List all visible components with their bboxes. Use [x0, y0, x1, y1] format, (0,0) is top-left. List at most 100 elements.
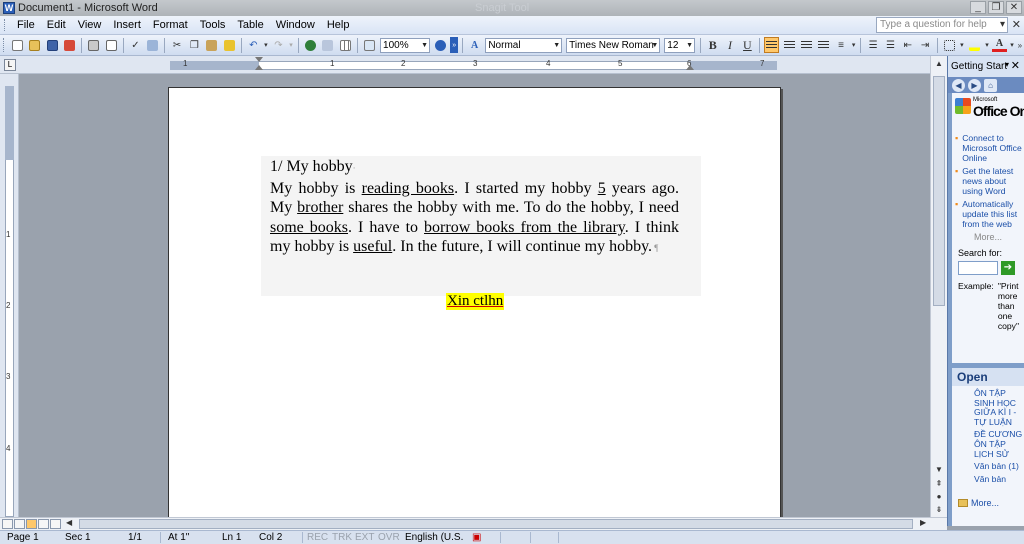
font-color-icon[interactable]: A [991, 38, 1008, 52]
menu-insert[interactable]: Insert [107, 19, 147, 31]
borders-dropdown-icon[interactable]: ▾ [959, 37, 965, 53]
status-ovr[interactable]: OVR [378, 532, 400, 543]
status-rec[interactable]: REC [307, 532, 328, 543]
format-painter-icon[interactable] [221, 37, 236, 53]
recent-file[interactable]: Văn bản (1) [974, 462, 1024, 472]
previous-page-icon[interactable]: ⇞ [933, 478, 945, 490]
font-size-select[interactable]: 12 ▼ [664, 37, 696, 53]
search-go-button[interactable]: ➔ [1001, 261, 1015, 275]
print-layout-view-icon[interactable] [26, 519, 37, 529]
font-select[interactable]: Times New Roman ▼ [566, 37, 661, 53]
font-size-dropdown-icon[interactable]: ▼ [686, 39, 693, 52]
decrease-indent-icon[interactable]: ⇤ [900, 37, 915, 53]
status-trk[interactable]: TRK [332, 532, 352, 543]
scroll-up-icon[interactable]: ▲ [933, 58, 945, 70]
recent-file[interactable]: Văn bản [974, 474, 1024, 485]
browse-object-icon[interactable]: ● [933, 491, 945, 503]
paste-icon[interactable] [204, 37, 219, 53]
increase-indent-icon[interactable]: ⇥ [917, 37, 932, 53]
hyperlink-icon[interactable] [303, 37, 318, 53]
undo-dropdown-icon[interactable]: ▾ [263, 37, 269, 53]
task-pane-dropdown-icon[interactable]: ▾ [1005, 60, 1009, 69]
vertical-ruler[interactable]: 1 2 3 4 [0, 74, 19, 517]
task-pane-header[interactable]: Getting Started ▾ ✕ [948, 56, 1024, 77]
help-search-input[interactable]: Type a question for help ▾ [876, 17, 1008, 33]
next-page-icon[interactable]: ⇟ [933, 504, 945, 516]
first-line-indent-marker[interactable] [255, 57, 263, 73]
italic-button[interactable]: I [722, 37, 737, 53]
toolbar-options-icon[interactable]: » [450, 37, 459, 53]
highlight-icon[interactable] [967, 37, 982, 53]
print-preview-icon[interactable] [104, 37, 119, 53]
numbering-icon[interactable]: ☰ [865, 37, 880, 53]
save-icon[interactable] [45, 37, 60, 53]
menu-edit[interactable]: Edit [41, 19, 72, 31]
recent-file[interactable]: ÔN TẬP SINH HỌC GIỮA KÌ I - TỰ LUẬN [974, 388, 1024, 427]
document-area[interactable]: 1/ My hobby· My hobby is reading books. … [19, 74, 930, 517]
help-dropdown-icon[interactable]: ▾ [1000, 18, 1005, 32]
menu-view[interactable]: View [72, 19, 108, 31]
close-button[interactable]: ✕ [1006, 1, 1022, 14]
scroll-left-icon[interactable]: ◀ [66, 518, 72, 527]
link-latest-news[interactable]: ▪ Get the latest news about using Word [955, 166, 1024, 196]
menu-help[interactable]: Help [321, 19, 356, 31]
outline-view-icon[interactable] [38, 519, 49, 529]
copy-icon[interactable]: ❐ [187, 37, 202, 53]
align-left-button[interactable] [764, 37, 780, 53]
normal-view-icon[interactable] [2, 519, 13, 529]
highlight-dropdown-icon[interactable]: ▾ [984, 37, 990, 53]
font-dropdown-icon[interactable]: ▼ [651, 39, 658, 52]
new-document-icon[interactable] [10, 37, 25, 53]
bullets-icon[interactable]: ☰ [883, 37, 898, 53]
align-right-button[interactable] [799, 37, 814, 53]
task-pane-close-icon[interactable]: ✕ [1011, 59, 1020, 72]
open-more-link[interactable]: More... [958, 498, 999, 508]
word-app-icon[interactable]: W [3, 2, 15, 14]
insert-table-icon[interactable] [337, 37, 352, 53]
undo-icon[interactable]: ↶ [246, 37, 261, 53]
menu-file[interactable]: File [11, 19, 41, 31]
reading-layout-view-icon[interactable] [50, 519, 61, 529]
zoom-select[interactable]: 100% ▼ [380, 37, 431, 53]
zoom-dropdown-icon[interactable]: ▼ [421, 39, 428, 52]
web-layout-view-icon[interactable] [14, 519, 25, 529]
home-icon[interactable]: ⌂ [984, 78, 997, 92]
tab-selector[interactable]: L [4, 59, 16, 71]
right-indent-marker[interactable] [686, 57, 694, 73]
toolbar-overflow-icon[interactable]: » [1017, 37, 1023, 53]
line-spacing-dropdown-icon[interactable]: ▾ [851, 37, 857, 53]
bold-button[interactable]: B [705, 37, 720, 53]
print-icon[interactable] [86, 37, 101, 53]
more-link[interactable]: More... [974, 232, 1024, 242]
taskpane-search-input[interactable] [958, 261, 998, 275]
scroll-right-icon[interactable]: ▶ [920, 518, 926, 527]
redo-dropdown-icon[interactable]: ▾ [288, 37, 294, 53]
borders-icon[interactable] [942, 37, 957, 53]
status-language[interactable]: English (U.S. [405, 532, 463, 543]
document-page[interactable]: 1/ My hobby· My hobby is reading books. … [168, 87, 781, 517]
font-color-dropdown-icon[interactable]: ▾ [1009, 37, 1015, 53]
permission-icon[interactable] [62, 37, 77, 53]
style-dropdown-icon[interactable]: ▼ [553, 39, 560, 52]
cut-icon[interactable]: ✂ [169, 37, 184, 53]
menu-format[interactable]: Format [147, 19, 194, 31]
horizontal-ruler[interactable]: L 1 1 2 3 4 5 6 7 [0, 56, 947, 74]
minimize-button[interactable]: _ [970, 1, 986, 14]
research-icon[interactable] [145, 37, 160, 53]
restore-button[interactable]: ❐ [988, 1, 1004, 14]
highlighted-text[interactable]: Xin ctlhn [446, 293, 505, 310]
spelling-status-icon[interactable]: ▣ [472, 532, 481, 543]
help-icon[interactable] [433, 37, 448, 53]
line-spacing-icon[interactable]: ≡ [833, 37, 848, 53]
justify-button[interactable] [816, 37, 831, 53]
back-icon[interactable]: ◀ [952, 78, 965, 92]
recent-file[interactable]: ĐỀ CƯƠNG ÔN TẬP LỊCH SỬ [974, 430, 1024, 459]
spelling-icon[interactable]: ✓ [128, 37, 143, 53]
menu-table[interactable]: Table [231, 19, 269, 31]
scroll-down-icon[interactable]: ▼ [933, 464, 945, 476]
styles-formatting-icon[interactable]: A [467, 37, 482, 53]
horizontal-scrollbar[interactable]: ◀ ▶ [0, 517, 947, 530]
style-select[interactable]: Normal ▼ [485, 37, 563, 53]
close-document-icon[interactable]: ✕ [1012, 18, 1021, 31]
forward-icon[interactable]: ▶ [968, 78, 981, 92]
